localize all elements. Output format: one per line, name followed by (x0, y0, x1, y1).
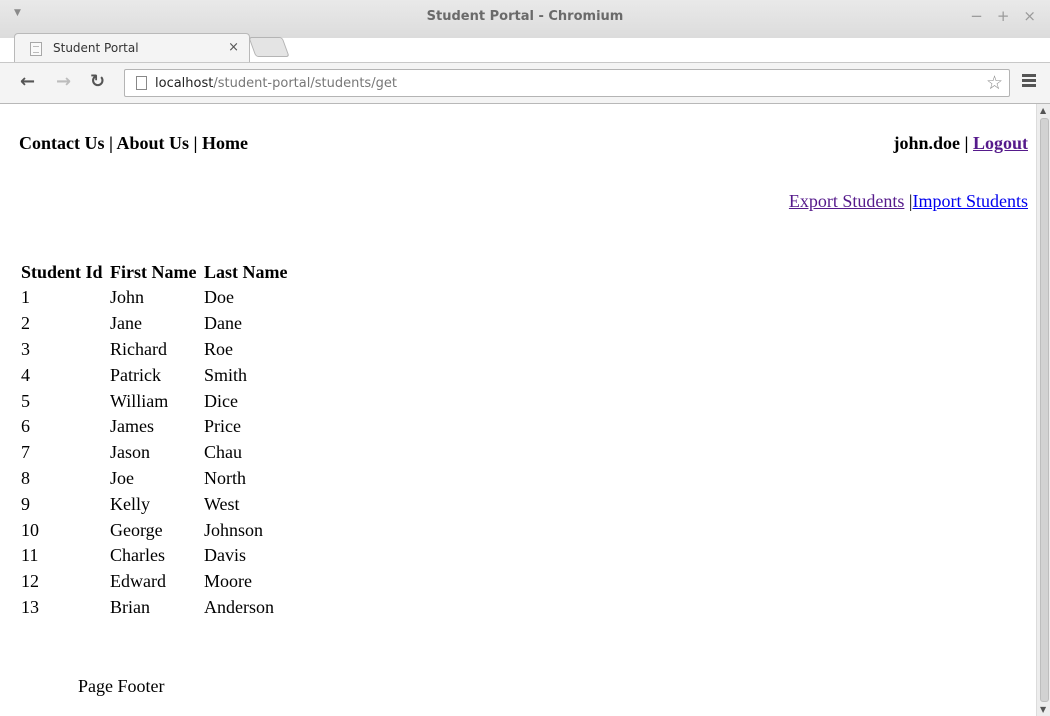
cell-student-id: 2 (21, 313, 30, 334)
close-window-icon[interactable]: × (1023, 7, 1036, 25)
forward-arrow-icon[interactable]: → (56, 71, 71, 92)
cell-last-name: Johnson (204, 519, 264, 540)
table-row: 11 Charles Davis (21, 543, 288, 569)
page-viewport: Contact Us | About Us | Home john.doe | … (0, 104, 1036, 716)
cell-first-name: William (110, 390, 169, 411)
cell-student-id: 7 (21, 442, 30, 463)
table-row: 8 Joe North (21, 466, 288, 492)
browser-menu-icon[interactable] (1022, 74, 1036, 88)
table-row: 2 Jane Dane (21, 311, 288, 337)
new-tab-button[interactable] (248, 37, 290, 57)
cell-last-name: West (204, 493, 240, 514)
nav-separator: | (189, 133, 202, 153)
cell-first-name: Richard (110, 338, 167, 359)
table-row: 6 James Price (21, 414, 288, 440)
url-host: localhost (155, 76, 214, 91)
bookmark-star-icon[interactable]: ☆ (986, 72, 1003, 94)
cell-student-id: 12 (21, 571, 39, 592)
cell-student-id: 13 (21, 596, 39, 617)
cell-last-name: Doe (204, 287, 234, 308)
cell-student-id: 6 (21, 416, 30, 437)
nav-about-us[interactable]: About Us (116, 133, 189, 153)
column-header-student-id: Student Id (21, 261, 103, 282)
column-header-last-name: Last Name (204, 261, 288, 282)
cell-first-name: Jason (110, 442, 150, 463)
table-row: 7 Jason Chau (21, 440, 288, 466)
export-students-link[interactable]: Export Students (789, 191, 905, 211)
url-path: /student-portal/students/get (213, 76, 397, 91)
table-row: 10 George Johnson (21, 517, 288, 543)
vertical-scrollbar[interactable]: ▲ ▼ (1036, 104, 1050, 716)
page-favicon-icon (30, 42, 42, 56)
cell-last-name: Davis (204, 545, 246, 566)
cell-last-name: Price (204, 416, 241, 437)
reload-icon[interactable]: ↻ (90, 71, 105, 92)
cell-last-name: Smith (204, 364, 248, 385)
students-table: Student Id First Name Last Name 1 John D… (21, 259, 288, 620)
cell-first-name: Charles (110, 545, 165, 566)
cell-first-name: Joe (110, 467, 134, 488)
table-row: 9 Kelly West (21, 491, 288, 517)
cell-first-name: Jane (110, 313, 142, 334)
tab-close-icon[interactable]: × (228, 40, 239, 55)
user-area: john.doe | Logout (894, 133, 1029, 154)
cell-student-id: 8 (21, 467, 30, 488)
scroll-up-arrow-icon[interactable]: ▲ (1040, 106, 1046, 115)
page-footer: Page Footer (78, 676, 165, 696)
user-separator: | (960, 133, 973, 153)
cell-last-name: Dane (204, 313, 242, 334)
cell-student-id: 10 (21, 519, 39, 540)
cell-last-name: Chau (204, 442, 242, 463)
table-row: 1 John Doe (21, 285, 288, 311)
cell-student-id: 11 (21, 545, 39, 566)
table-header-row: Student Id First Name Last Name (21, 259, 288, 285)
tab-title: Student Portal (53, 41, 139, 55)
actions-separator: | (904, 191, 913, 211)
address-bar[interactable]: localhost/student-portal/students/get ☆ (124, 69, 1010, 97)
top-navigation: Contact Us | About Us | Home (19, 133, 248, 154)
cell-first-name: John (110, 287, 145, 308)
cell-first-name: George (110, 519, 163, 540)
scroll-down-arrow-icon[interactable]: ▼ (1040, 705, 1046, 714)
cell-first-name: James (110, 416, 154, 437)
nav-home[interactable]: Home (202, 133, 248, 153)
cell-student-id: 5 (21, 390, 30, 411)
nav-contact-us[interactable]: Contact Us (19, 133, 105, 153)
url-text[interactable]: localhost/student-portal/students/get (155, 76, 397, 91)
cell-first-name: Brian (110, 596, 150, 617)
column-header-first-name: First Name (110, 261, 197, 282)
maximize-icon[interactable]: + (997, 7, 1010, 25)
username: john.doe (893, 133, 961, 153)
table-row: 5 William Dice (21, 388, 288, 414)
cell-student-id: 9 (21, 493, 30, 514)
cell-first-name: Kelly (110, 493, 150, 514)
minimize-icon[interactable]: − (970, 7, 983, 25)
back-arrow-icon[interactable]: ← (20, 71, 35, 92)
cell-last-name: Moore (204, 571, 252, 592)
nav-separator: | (104, 133, 117, 153)
import-students-link[interactable]: Import Students (913, 191, 1029, 211)
table-row: 13 Brian Anderson (21, 595, 288, 621)
cell-last-name: Anderson (204, 596, 274, 617)
browser-tab[interactable]: Student Portal × (14, 33, 250, 63)
table-row: 4 Patrick Smith (21, 362, 288, 388)
window-title: Student Portal - Chromium (426, 9, 624, 24)
window-controls: − + × (970, 7, 1036, 25)
table-row: 12 Edward Moore (21, 569, 288, 595)
cell-last-name: Dice (204, 390, 238, 411)
page-info-icon[interactable] (136, 76, 147, 90)
table-row: 3 Richard Roe (21, 337, 288, 363)
browser-toolbar: ← → ↻ localhost/student-portal/students/… (0, 62, 1050, 104)
cell-last-name: Roe (204, 338, 233, 359)
cell-student-id: 1 (21, 287, 30, 308)
cell-first-name: Edward (110, 571, 166, 592)
cell-last-name: North (204, 467, 246, 488)
scrollbar-thumb[interactable] (1040, 118, 1049, 702)
cell-student-id: 3 (21, 338, 30, 359)
logout-link[interactable]: Logout (973, 133, 1028, 153)
cell-first-name: Patrick (110, 364, 161, 385)
student-actions: Export Students |Import Students (789, 191, 1028, 212)
cell-student-id: 4 (21, 364, 30, 385)
